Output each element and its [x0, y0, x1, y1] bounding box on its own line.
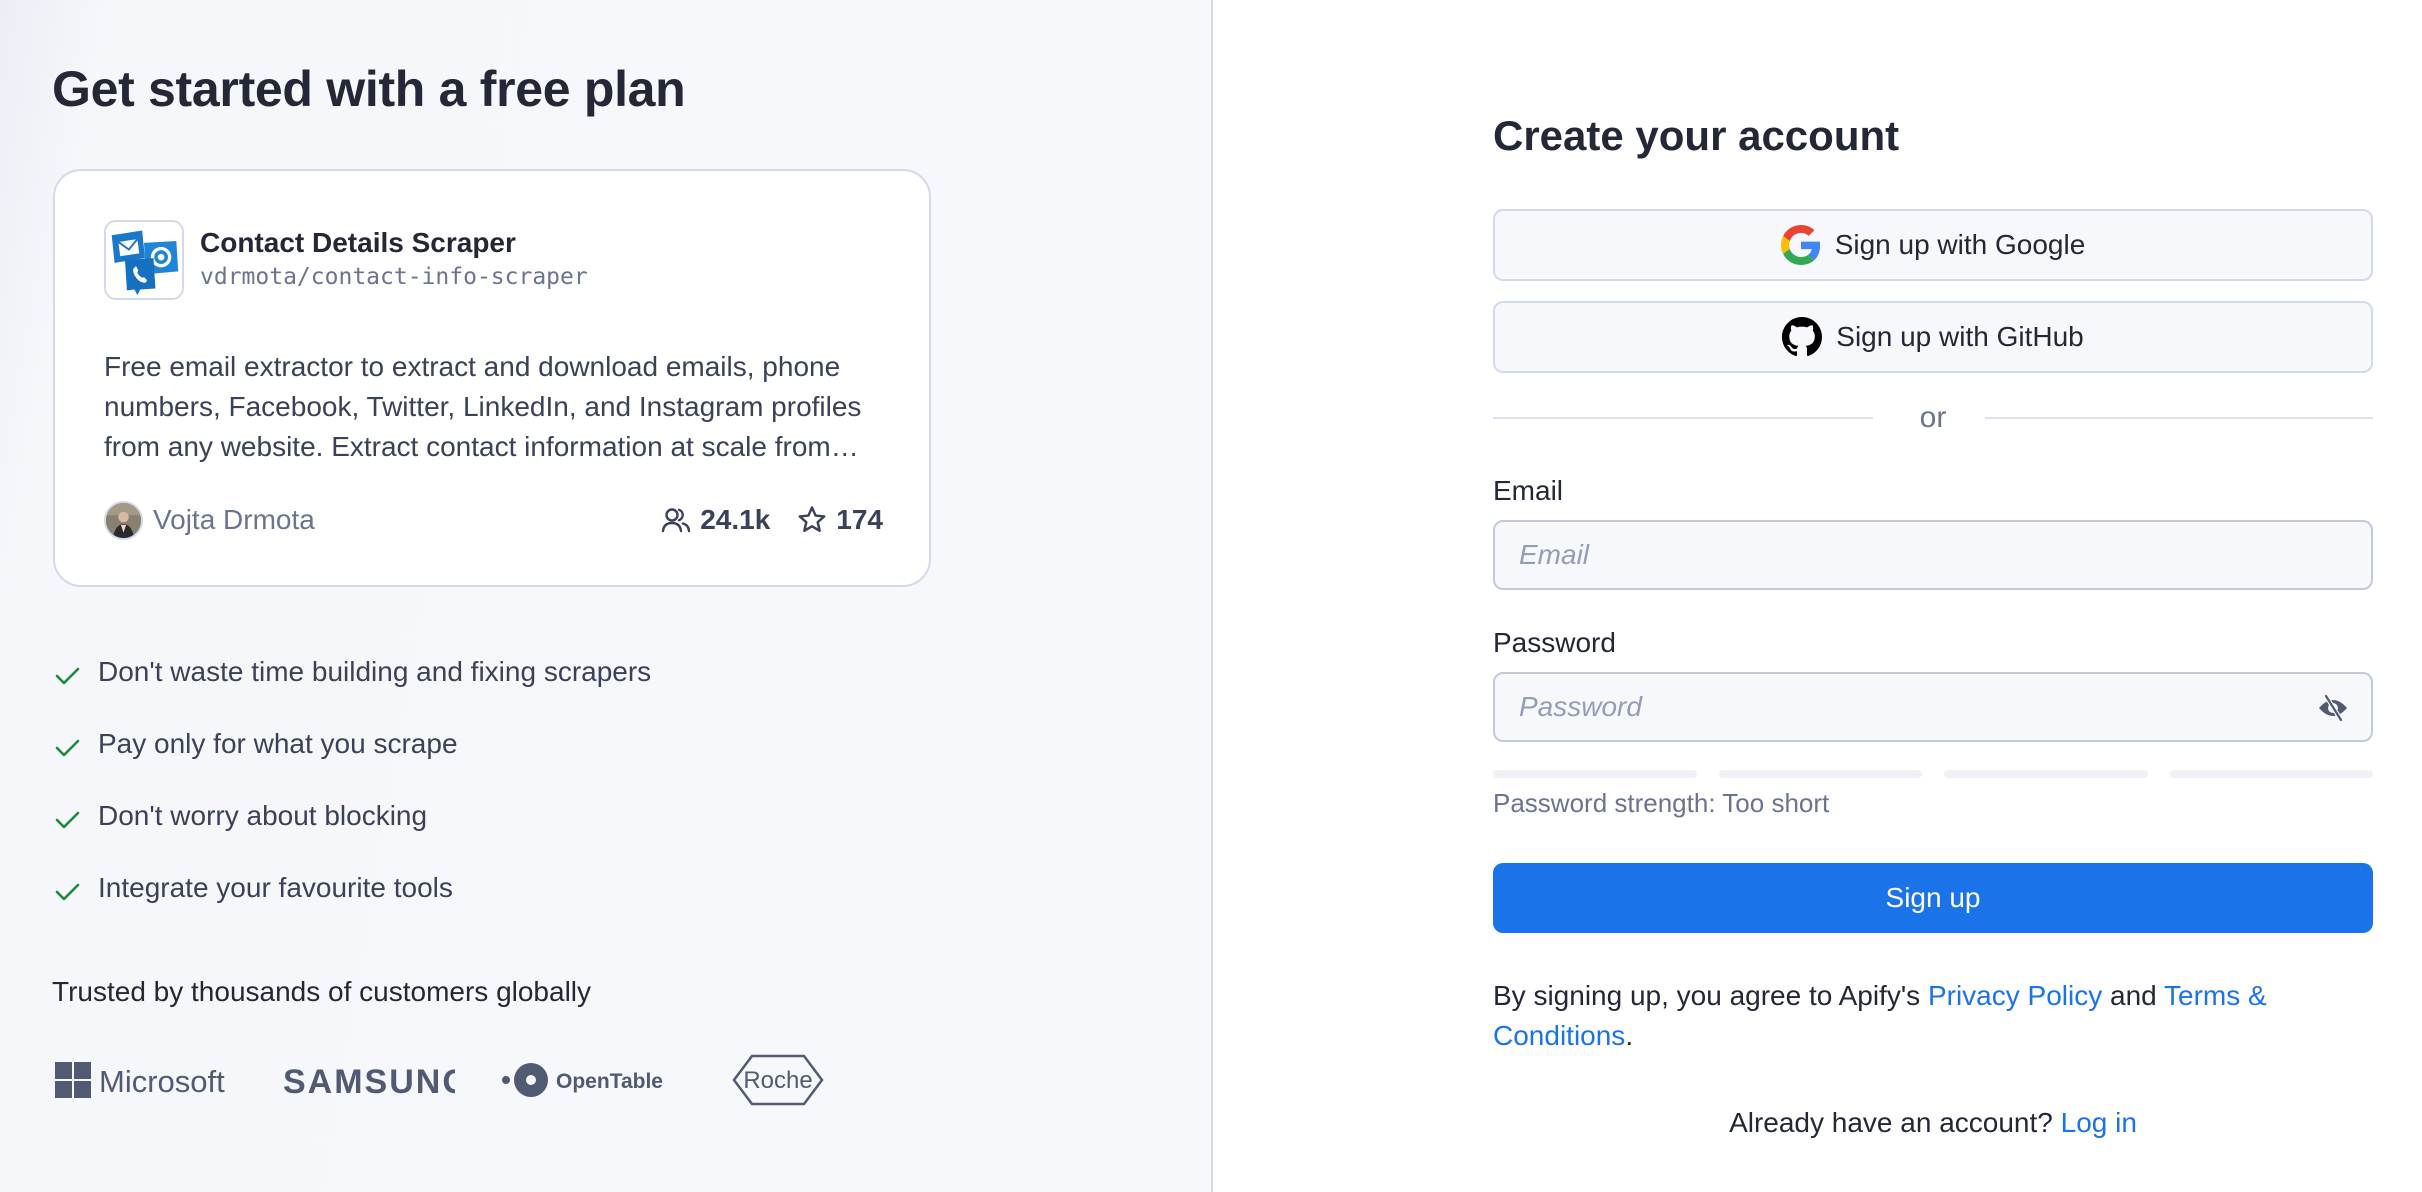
signup-button[interactable]: Sign up — [1493, 863, 2373, 933]
github-signup-label: Sign up with GitHub — [1836, 321, 2084, 352]
actor-footer: Vojta Drmota 24.1k 174 — [104, 498, 883, 542]
stars-count: 174 — [836, 504, 883, 535]
actor-author: Vojta Drmota — [104, 500, 315, 540]
google-icon — [1780, 225, 1820, 265]
author-name: Vojta Drmota — [153, 504, 315, 535]
eye-off-icon[interactable] — [2317, 694, 2349, 722]
actor-description: Free email extractor to extract and down… — [104, 351, 862, 462]
check-icon — [52, 804, 82, 834]
roche-logo: Roche — [732, 1050, 824, 1110]
stars-stat: 174 — [796, 504, 883, 536]
promo-title: Get started with a free plan — [52, 61, 686, 117]
actor-card[interactable]: Contact Details Scraper vdrmota/contact-… — [53, 169, 931, 587]
github-signup-button[interactable]: Sign up with GitHub — [1493, 301, 2373, 373]
divider-line — [1985, 417, 2373, 419]
google-signup-label: Sign up with Google — [1834, 229, 2086, 260]
samsung-logo: SAMSUNG — [283, 1050, 455, 1110]
or-divider: or — [1493, 400, 2373, 436]
strength-segment — [2169, 770, 2373, 778]
users-stat: 24.1k — [660, 504, 770, 536]
trusted-text: Trusted by thousands of customers global… — [52, 976, 592, 1007]
avatar — [104, 500, 143, 540]
check-icon — [52, 876, 82, 906]
check-icon — [52, 732, 82, 762]
login-prompt: Already have an account? Log in — [1493, 1107, 2373, 1139]
promo-panel: Get started with a free plan Contact Det… — [0, 0, 1213, 1192]
opentable-logo: OpenTable — [502, 1050, 672, 1110]
email-label: Email — [1493, 475, 1564, 506]
feature-item: Don't worry about blocking — [52, 780, 651, 852]
feature-text: Don't worry about blocking — [98, 800, 428, 831]
terms-prefix: By signing up, you agree to Apify's — [1493, 980, 1928, 1011]
customer-logos: Microsoft SAMSUNG OpenTable Roche — [52, 1050, 852, 1110]
feature-text: Integrate your favourite tools — [98, 872, 453, 903]
password-strength-meter — [1493, 770, 2373, 778]
strength-segment — [1944, 770, 2148, 778]
actor-title[interactable]: Contact Details Scraper — [200, 227, 516, 259]
feature-text: Don't waste time building and fixing scr… — [98, 656, 652, 687]
password-label: Password — [1493, 627, 1616, 658]
feature-item: Pay only for what you scrape — [52, 708, 651, 780]
login-prompt-text: Already have an account? — [1729, 1107, 2061, 1138]
terms-suffix: . — [1625, 1020, 1634, 1051]
login-link[interactable]: Log in — [2061, 1107, 2137, 1138]
form-title: Create your account — [1493, 112, 1900, 159]
password-input[interactable] — [1495, 674, 2371, 740]
terms-middle: and — [2102, 980, 2164, 1011]
signup-form: Create your account Sign up with Google … — [1493, 0, 2373, 1192]
password-strength-text: Password strength: Too short — [1493, 788, 1830, 818]
feature-text: Pay only for what you scrape — [98, 728, 458, 759]
microsoft-logo-text: Microsoft — [99, 1064, 225, 1099]
opentable-logo-text: OpenTable — [556, 1070, 663, 1093]
privacy-policy-link[interactable]: Privacy Policy — [1928, 980, 2102, 1011]
check-icon — [52, 660, 82, 690]
samsung-logo-text: SAMSUNG — [283, 1063, 455, 1100]
feature-list: Don't waste time building and fixing scr… — [52, 636, 651, 924]
roche-logo-text: Roche — [743, 1067, 812, 1094]
star-icon — [798, 506, 826, 532]
users-icon — [662, 508, 691, 533]
email-field-wrapper — [1493, 520, 2373, 590]
microsoft-logo: Microsoft — [55, 1050, 227, 1110]
terms-text: By signing up, you agree to Apify's Priv… — [1493, 976, 2373, 1056]
feature-item: Integrate your favourite tools — [52, 852, 651, 924]
google-signup-button[interactable]: Sign up with Google — [1493, 209, 2373, 281]
email-input[interactable] — [1495, 522, 2371, 588]
contact-scraper-icon — [104, 220, 184, 300]
strength-segment — [1718, 770, 1922, 778]
users-count: 24.1k — [700, 504, 771, 535]
actor-slug: vdrmota/contact-info-scraper — [200, 264, 588, 290]
strength-segment — [1493, 770, 1697, 778]
feature-item: Don't waste time building and fixing scr… — [52, 636, 651, 708]
github-icon — [1782, 317, 1823, 357]
password-field-wrapper — [1493, 672, 2373, 742]
actor-stats: 24.1k 174 — [660, 504, 883, 536]
